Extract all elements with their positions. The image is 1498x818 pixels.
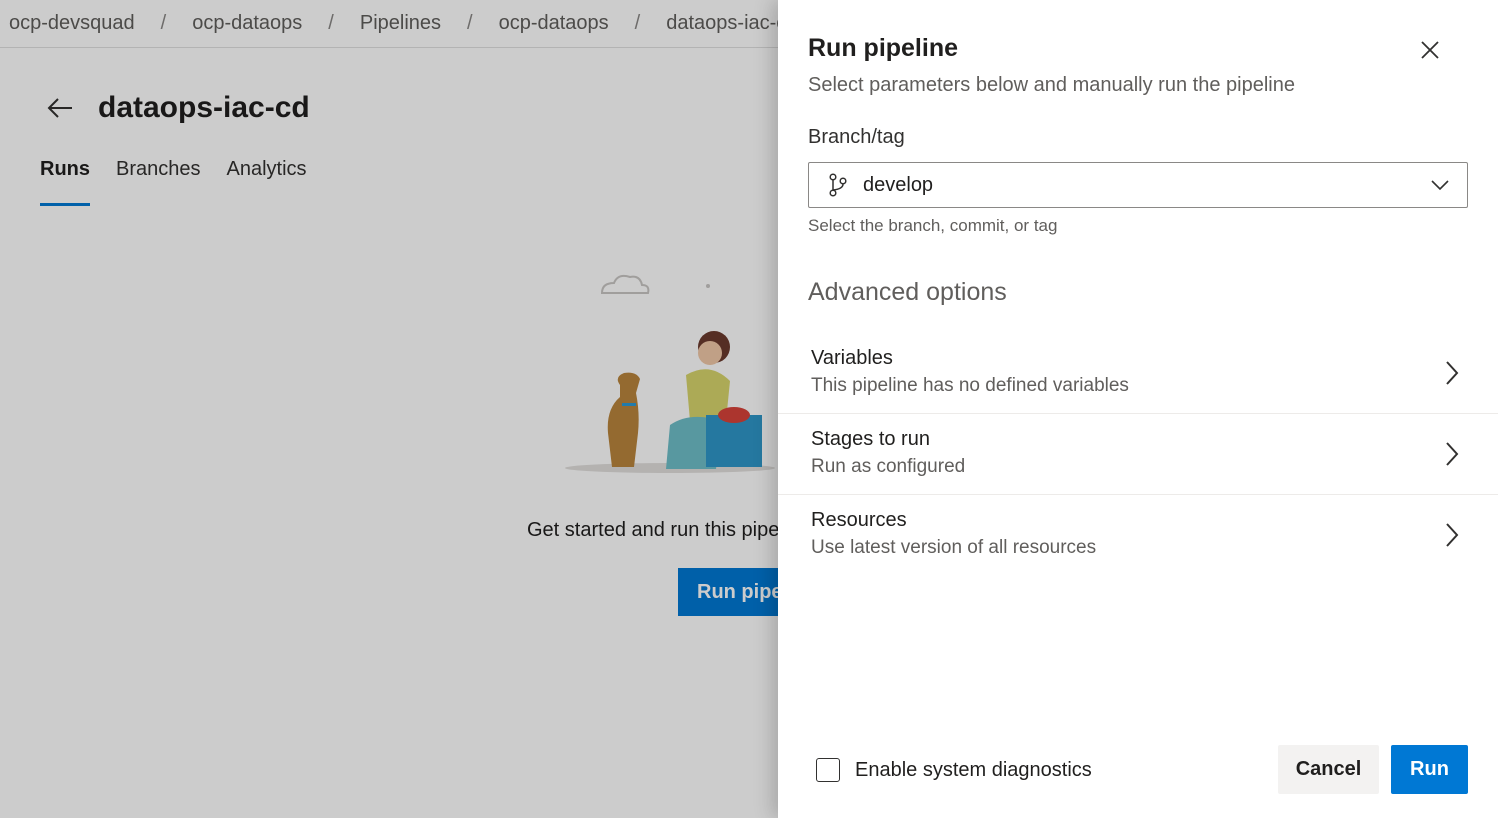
branch-value: develop bbox=[863, 173, 934, 196]
option-description: Run as configured bbox=[811, 456, 966, 477]
panel-title: Run pipeline bbox=[808, 34, 958, 62]
branch-help-text: Select the branch, commit, or tag bbox=[808, 216, 1058, 235]
run-button[interactable]: Run bbox=[1391, 745, 1468, 794]
option-title: Stages to run bbox=[811, 428, 930, 450]
branch-dropdown[interactable]: develop bbox=[808, 162, 1468, 208]
close-icon bbox=[1421, 41, 1439, 59]
option-description: This pipeline has no defined variables bbox=[811, 375, 1129, 396]
system-diagnostics-label: Enable system diagnostics bbox=[855, 758, 1092, 781]
panel-subtitle: Select parameters below and manually run… bbox=[808, 74, 1295, 96]
git-branch-icon bbox=[827, 173, 849, 197]
option-variables[interactable]: Variables This pipeline has no defined v… bbox=[778, 333, 1498, 414]
system-diagnostics-toggle[interactable]: Enable system diagnostics bbox=[816, 758, 1092, 782]
close-button[interactable] bbox=[1414, 34, 1446, 66]
option-title: Resources bbox=[811, 509, 907, 531]
system-diagnostics-checkbox[interactable] bbox=[816, 758, 840, 782]
advanced-options-heading: Advanced options bbox=[808, 278, 1007, 306]
chevron-right-icon bbox=[1444, 440, 1466, 468]
option-stages-to-run[interactable]: Stages to run Run as configured bbox=[778, 414, 1498, 495]
option-description: Use latest version of all resources bbox=[811, 537, 1097, 558]
branch-field-label: Branch/tag bbox=[808, 126, 905, 148]
option-resources[interactable]: Resources Use latest version of all reso… bbox=[778, 495, 1498, 576]
run-pipeline-panel: Run pipeline Select parameters below and… bbox=[778, 0, 1498, 818]
chevron-down-icon bbox=[1429, 174, 1451, 196]
option-title: Variables bbox=[811, 347, 893, 369]
chevron-right-icon bbox=[1444, 359, 1466, 387]
chevron-right-icon bbox=[1444, 521, 1466, 549]
cancel-button[interactable]: Cancel bbox=[1278, 745, 1379, 794]
